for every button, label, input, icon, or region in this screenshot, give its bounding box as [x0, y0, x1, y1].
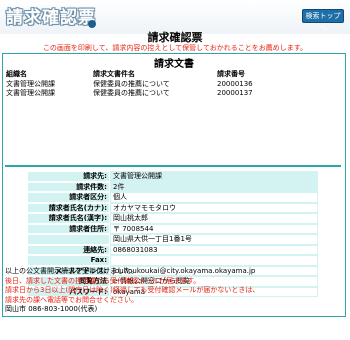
column-header: 請求番号	[217, 70, 245, 78]
column-header: 組織名	[6, 70, 27, 78]
detail-label: 請求者氏名(漢字):	[27, 213, 110, 224]
contact-info: 岡山市 086-803-1000(代表)	[5, 305, 98, 313]
notice-line: 後日、請求した文書の担当課から受付確認メールが届きます。	[5, 276, 201, 285]
cell-document-subject: 保健委員の推薦について	[93, 79, 170, 88]
notice-line: 請求先の課へ電話等でお問合せください。	[5, 295, 138, 304]
card-title: 請求文書	[154, 59, 194, 70]
detail-label: 請求者住所:	[27, 223, 110, 234]
logo: 請求確認票	[6, 8, 96, 28]
cell-organization: 文書管理公開課	[6, 79, 55, 88]
detail-label: 請求件数:	[27, 181, 110, 192]
detail-row: 請求者区分: 個人	[27, 192, 318, 203]
detail-label: Fax:	[27, 255, 110, 266]
detail-row: 請求者氏名(カナ): オカヤマモモタロウ	[27, 202, 318, 213]
detail-label: 請求先:	[27, 171, 110, 182]
notice-line: 請求日から3日以上(閉庁日は除く)経過しても受付確認メールが届かないときは、	[5, 286, 260, 294]
print-note: この画面を印刷して、請求内容の控えとして保管しておかれることをお薦めします。	[42, 44, 308, 52]
logo-dot-icon	[88, 20, 96, 28]
detail-value	[110, 255, 318, 266]
detail-row: 連絡先: 0868031083	[27, 244, 318, 255]
detail-value: 〒 7008544	[110, 223, 318, 234]
detail-row: Fax:	[27, 255, 318, 266]
detail-label: 請求者氏名(カナ):	[27, 202, 110, 213]
cell-organization: 文書管理公開課	[6, 89, 55, 97]
detail-value: 2件	[110, 181, 318, 192]
table-row: 文書管理公開課 保健委員の推薦について 20000136	[5, 80, 341, 90]
detail-row: 請求者住所: 〒 7008544	[27, 223, 318, 234]
detail-row: 請求件数: 2件	[27, 181, 318, 192]
detail-value: 個人	[110, 192, 318, 203]
accepted-message: 以上の公文書開示請求を受け付けました。	[5, 267, 138, 275]
request-card: 請求文書 組織名 請求文書件名 請求番号 文書管理公開課 保健委員の推薦について…	[2, 53, 346, 317]
table-row: 文書管理公開課 保健委員の推薦について 20000137	[5, 89, 341, 99]
detail-value: 文書管理公開課	[110, 171, 318, 182]
cell-request-number: 20000137	[217, 89, 253, 97]
detail-label: 連絡先:	[27, 244, 110, 255]
detail-value: 岡山桃太郎	[110, 213, 318, 224]
section-divider	[5, 165, 341, 167]
detail-row: 請求先: 文書管理公開課	[27, 171, 318, 182]
footer-message: 以上の公文書開示請求を受け付けました。 後日、請求した文書の担当課から受付確認メ…	[5, 267, 341, 315]
cell-document-subject: 保健委員の推薦について	[93, 89, 170, 97]
detail-label	[27, 234, 110, 245]
detail-row: 請求者氏名(漢字): 岡山桃太郎	[27, 213, 318, 224]
search-top-button[interactable]: 検索トップへ	[302, 9, 344, 32]
detail-value: 岡山県大供一丁目1番1号	[110, 234, 318, 245]
detail-row: 岡山県大供一丁目1番1号	[27, 234, 318, 245]
detail-label: 請求者区分:	[27, 192, 110, 203]
detail-value: オカヤマモモタロウ	[110, 202, 318, 213]
document-table: 組織名 請求文書件名 請求番号 文書管理公開課 保健委員の推薦について 2000…	[5, 70, 341, 99]
column-header: 請求文書件名	[93, 70, 135, 78]
table-header: 組織名 請求文書件名 請求番号	[5, 70, 341, 80]
cell-request-number: 20000136	[217, 79, 253, 88]
detail-value: 0868031083	[110, 244, 318, 255]
